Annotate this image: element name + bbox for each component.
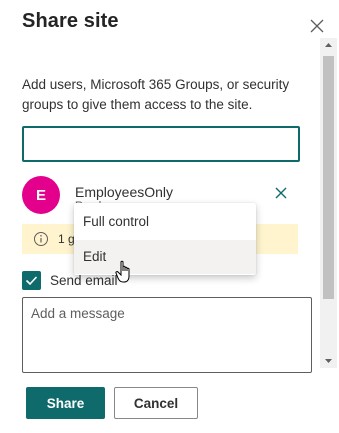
send-email-label: Send email [50, 273, 118, 288]
info-message-text: 1 g [58, 232, 75, 246]
share-site-panel: Share site Add users, Microsoft 365 Grou… [0, 0, 339, 433]
chevron-up-icon [325, 43, 332, 47]
menu-item-edit[interactable]: Edit [74, 240, 256, 274]
remove-icon [275, 187, 287, 199]
scrollbar[interactable] [320, 38, 337, 368]
checkmark-icon [25, 276, 38, 286]
scroll-down-button[interactable] [320, 354, 337, 368]
chevron-down-icon [325, 359, 332, 363]
menu-item-full-control[interactable]: Full control [74, 205, 256, 239]
message-input[interactable] [22, 297, 312, 373]
people-picker-input[interactable] [22, 126, 300, 162]
avatar: E [22, 176, 60, 214]
permission-dropdown-menu: Full control Edit [74, 203, 256, 275]
share-button[interactable]: Share [26, 387, 105, 419]
info-icon [34, 232, 48, 246]
dialog-title: Share site [22, 10, 119, 32]
menu-item-label: Edit [83, 249, 107, 264]
close-button[interactable] [303, 12, 331, 40]
close-icon [310, 19, 324, 33]
dialog-description: Add users, Microsoft 365 Groups, or secu… [22, 77, 290, 112]
send-email-checkbox[interactable] [22, 271, 41, 290]
scroll-up-button[interactable] [320, 38, 337, 52]
user-name: EmployeesOnly [75, 184, 174, 200]
cancel-button[interactable]: Cancel [114, 387, 198, 419]
scroll-thumb[interactable] [323, 56, 334, 299]
menu-item-label: Full control [83, 214, 150, 229]
remove-user-button[interactable] [272, 184, 290, 202]
